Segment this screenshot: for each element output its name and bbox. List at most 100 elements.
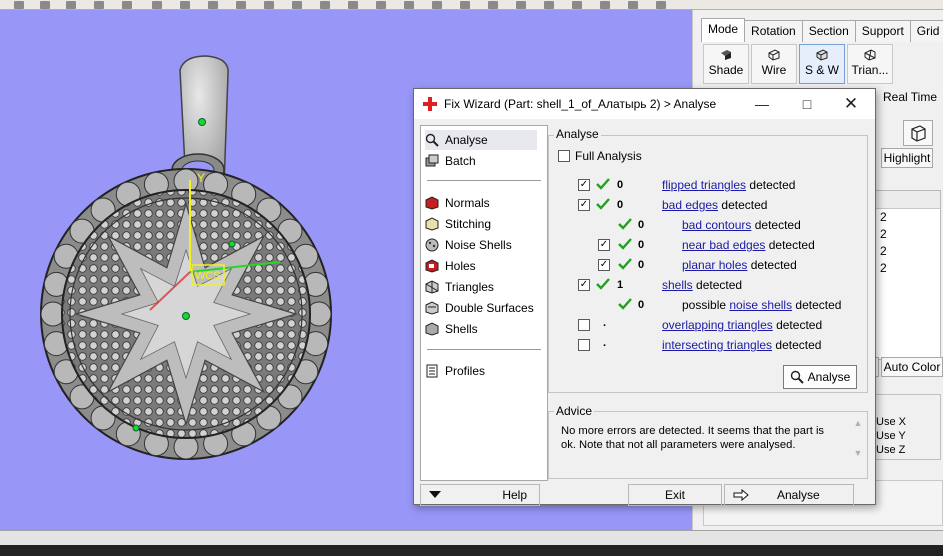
nav-shells[interactable]: Shells	[425, 319, 537, 339]
use-z-option[interactable]: Use Z	[876, 443, 940, 457]
bad-contours-link[interactable]: bad contours	[682, 218, 751, 232]
shells-link[interactable]: shells	[662, 278, 693, 292]
toolbar-icon[interactable]	[488, 1, 498, 9]
triangles-mode-button[interactable]: Trian...	[847, 44, 893, 84]
toolbar-icon[interactable]	[292, 1, 302, 9]
list-item[interactable]: 2	[876, 209, 940, 226]
minimize-icon[interactable]: —	[753, 95, 771, 113]
holes-icon	[425, 259, 439, 273]
toolbar-icon[interactable]	[460, 1, 470, 9]
near-bad-edges-count: 0	[638, 239, 645, 251]
toolbar-icon[interactable]	[376, 1, 386, 9]
intersecting-triangles-checkbox[interactable]	[578, 339, 590, 351]
nav-triangles[interactable]: Triangles	[425, 277, 537, 297]
list-item[interactable]: 2	[876, 260, 940, 277]
planar-holes-link[interactable]: planar holes	[682, 258, 747, 272]
analyse-next-label: Analyse	[777, 488, 820, 502]
nav-noise-shells[interactable]: Noise Shells	[425, 235, 537, 255]
toolbar-icon[interactable]	[94, 1, 104, 9]
toolbar-icon[interactable]	[656, 1, 666, 9]
wire-label: Wire	[761, 63, 787, 77]
wire-icon	[768, 49, 780, 61]
flipped-triangles-checkbox[interactable]: ✓	[578, 179, 590, 191]
bad-edges-checkbox[interactable]: ✓	[578, 199, 590, 211]
box-view-button[interactable]	[903, 120, 933, 146]
dialog-title: Fix Wizard (Part: shell_1_of_Алатырь 2) …	[444, 97, 717, 111]
close-icon[interactable]: ✕	[842, 95, 860, 113]
check-icon	[618, 218, 632, 230]
nav-analyse[interactable]: Analyse	[425, 130, 537, 150]
toolbar-icon[interactable]	[320, 1, 330, 9]
shade-and-wire-button[interactable]: S & W	[799, 44, 845, 84]
list-item[interactable]: 2	[876, 226, 940, 243]
intersecting-triangles-row: intersecting triangles detected	[662, 338, 822, 352]
tab-grid[interactable]: Grid	[909, 20, 943, 42]
nav-normals[interactable]: Normals	[425, 193, 537, 213]
noise-shells-count: 0	[638, 299, 645, 311]
dialog-titlebar[interactable]: Fix Wizard (Part: shell_1_of_Алатырь 2) …	[414, 89, 875, 119]
toolbar-icon[interactable]	[544, 1, 554, 9]
overlapping-triangles-checkbox[interactable]	[578, 319, 590, 331]
toolbar-icon[interactable]	[122, 1, 132, 9]
bad-edges-count: 0	[617, 199, 624, 211]
tab-section[interactable]: Section	[801, 20, 856, 42]
toolbar-icon[interactable]	[152, 1, 162, 9]
wire-button[interactable]: Wire	[751, 44, 797, 84]
help-button[interactable]: Help	[420, 484, 540, 506]
toolbar-icon[interactable]	[66, 1, 76, 9]
analyse-next-button[interactable]: Analyse	[724, 484, 854, 506]
toolbar-icon[interactable]	[264, 1, 274, 9]
normals-icon	[425, 196, 439, 210]
toolbar-icon[interactable]	[628, 1, 638, 9]
toolbar-icon[interactable]	[208, 1, 218, 9]
toolbar-icon[interactable]	[40, 1, 50, 9]
wcs-label: WCS	[195, 270, 221, 282]
highlight-button[interactable]: Highlight	[881, 148, 933, 168]
use-x-option[interactable]: Use X	[876, 415, 940, 429]
flipped-triangles-link[interactable]: flipped triangles	[662, 178, 746, 192]
nav-profiles[interactable]: Profiles	[425, 361, 537, 381]
toolbar-icon[interactable]	[404, 1, 414, 9]
triangles-mode-label: Trian...	[851, 63, 889, 77]
planar-holes-checkbox[interactable]: ✓	[598, 259, 610, 271]
noise-shells-link[interactable]: noise shells	[729, 298, 792, 312]
nav-double-surfaces[interactable]: Double Surfaces	[425, 298, 537, 318]
tab-support[interactable]: Support	[854, 20, 911, 42]
use-axes-box: Use X Use Y Use Z	[875, 394, 941, 460]
shells-checkbox[interactable]: ✓	[578, 279, 590, 291]
toolbar-icon[interactable]	[572, 1, 582, 9]
toolbar-icon[interactable]	[348, 1, 358, 9]
toolbar-icon[interactable]	[236, 1, 246, 9]
batch-icon	[425, 154, 439, 167]
auto-color-button[interactable]: Auto Color	[881, 357, 943, 377]
tab-rotation[interactable]: Rotation	[744, 20, 803, 42]
toolbar-icon[interactable]	[432, 1, 442, 9]
profiles-icon	[426, 364, 438, 378]
wizard-nav: Analyse Batch Normals Stitching Noise Sh…	[420, 125, 548, 481]
full-analysis-checkbox[interactable]	[558, 150, 570, 162]
near-bad-edges-checkbox[interactable]: ✓	[598, 239, 610, 251]
bad-edges-link[interactable]: bad edges	[662, 198, 718, 212]
near-bad-edges-link[interactable]: near bad edges	[682, 238, 765, 252]
nav-batch[interactable]: Batch	[425, 151, 537, 171]
overlapping-triangles-link[interactable]: overlapping triangles	[662, 318, 773, 332]
nav-stitching[interactable]: Stitching	[425, 214, 537, 234]
analyse-run-button[interactable]: Analyse	[783, 365, 857, 389]
maximize-icon[interactable]: □	[798, 95, 816, 113]
toolbar-icon[interactable]	[14, 1, 24, 9]
exit-button[interactable]: Exit	[628, 484, 722, 506]
shade-button[interactable]: Shade	[703, 44, 749, 84]
fix-wizard-dialog: Fix Wizard (Part: shell_1_of_Алатырь 2) …	[413, 88, 876, 506]
status-bar	[0, 530, 943, 556]
toolbar-icon[interactable]	[516, 1, 526, 9]
intersecting-triangles-link[interactable]: intersecting triangles	[662, 338, 772, 352]
advice-scrollbar[interactable]: ▲ ▼	[851, 418, 865, 474]
part-list[interactable]: 2 2 2 2	[875, 190, 941, 360]
use-y-option[interactable]: Use Y	[876, 429, 940, 443]
noise-shells-row: possible noise shells detected	[682, 298, 842, 312]
toolbar-icon[interactable]	[180, 1, 190, 9]
list-item[interactable]: 2	[876, 243, 940, 260]
nav-holes[interactable]: Holes	[425, 256, 537, 276]
tab-mode[interactable]: Mode	[701, 18, 746, 42]
toolbar-icon[interactable]	[600, 1, 610, 9]
